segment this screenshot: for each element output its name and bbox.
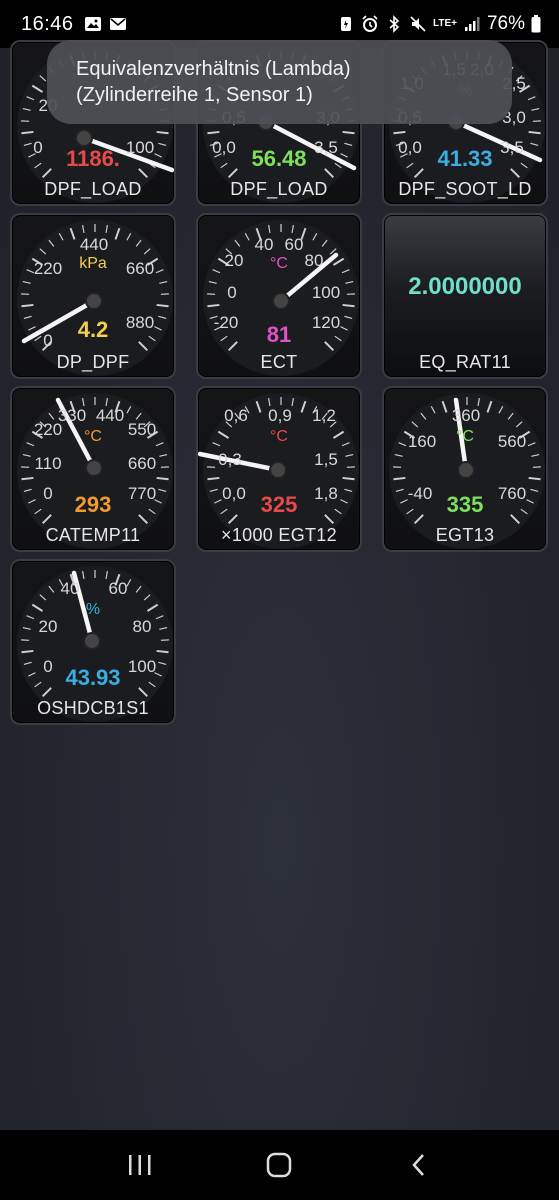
gauge-tick-label: 360 xyxy=(451,406,481,425)
needle-hub xyxy=(85,459,103,477)
gauge-unit: °C xyxy=(84,428,102,445)
home-button[interactable] xyxy=(259,1145,299,1185)
dial-tick-mark xyxy=(342,303,355,308)
dial-tick-mark xyxy=(21,130,34,135)
gauge-unit: °C xyxy=(270,255,288,272)
battery-icon xyxy=(531,15,541,33)
dial-tick-mark xyxy=(21,649,34,654)
gauge-value: 335 xyxy=(446,492,484,517)
gauge--1000-egt12[interactable]: 0,0 0,3 0,6 0,9 1,2 1,5 1,8 °C 325 ×1000 EGT12 xyxy=(196,386,362,552)
gauge-catemp11[interactable]: 0 110 220 330 440 550 660 770 °C 293 CATEMP11 xyxy=(10,386,176,552)
gauge-eq-rat11[interactable]: 2.0000000 EQ_RAT11 xyxy=(382,213,548,379)
needle-hub xyxy=(272,292,290,310)
gauge-tick-label: 60 xyxy=(108,579,128,598)
dial-tick-mark xyxy=(21,303,34,308)
recent-apps-icon xyxy=(128,1155,151,1175)
recent-apps-button[interactable] xyxy=(120,1145,160,1185)
gallery-notification-icon xyxy=(84,17,101,31)
dial-tick-mark xyxy=(393,130,406,135)
dial-tick-mark xyxy=(342,130,355,135)
gauge-label: DPF_SOOT_LD xyxy=(398,179,532,199)
gauge-tick-label: 0,9 xyxy=(268,406,292,425)
gauge-tick-label: 660 xyxy=(127,454,157,473)
gauge-tick-label: 40 xyxy=(60,579,80,598)
gauge-unit: °C xyxy=(456,428,474,445)
home-icon xyxy=(267,1152,292,1178)
gauge-tick-label: 440 xyxy=(95,406,125,425)
navigation-bar xyxy=(0,1130,559,1200)
toast-message: Equivalenzverhältnis (Lambda) (Zylinderr… xyxy=(47,40,512,124)
dial-tick-mark xyxy=(21,476,34,481)
battery-percent: 76% xyxy=(486,13,525,34)
gauge-label: CATEMP11 xyxy=(45,525,141,545)
gauge-unit: kPa xyxy=(79,255,107,272)
dial-tick-mark xyxy=(156,130,169,135)
gauge-value: 4.2 xyxy=(77,317,109,342)
gauge-unit: % xyxy=(85,601,101,618)
alarm-icon xyxy=(362,15,378,32)
dial-tick-mark xyxy=(156,649,169,654)
network-type-label: LTE+ xyxy=(432,18,457,29)
gauge-tick-label: 0 xyxy=(227,283,237,302)
gauge-egt13[interactable]: -40 160 360 560 760 °C 335 EGT13 xyxy=(382,386,548,552)
signal-icon xyxy=(464,17,480,31)
dial-tick-mark xyxy=(207,130,220,135)
gauge-tick-label: 1,2 xyxy=(312,406,336,425)
gauge-label: EQ_RAT11 xyxy=(419,352,511,372)
gauge-tick-label: 60 xyxy=(284,235,304,254)
dial-tick-mark xyxy=(207,303,220,308)
gauge-tick-label: 0,3 xyxy=(218,450,242,469)
battery-saver-icon xyxy=(340,17,351,31)
status-time: 16:46 xyxy=(21,12,74,35)
gauge-value: 43.93 xyxy=(65,665,121,690)
dial-tick-mark xyxy=(156,303,169,308)
mute-icon xyxy=(410,16,426,32)
gauge-label: ECT xyxy=(260,352,298,372)
toast-line-2: (Zylinderreihe 1, Sensor 1) xyxy=(76,84,313,106)
dial-tick-mark xyxy=(342,476,355,481)
gauge-tick-label: 80 xyxy=(132,617,152,636)
gauge-tick-label: 20 xyxy=(38,617,58,636)
gauge-ect[interactable]: -20 0 20 40 60 80 100 120 °C 81 ECT xyxy=(196,213,362,379)
gauge-value: 81 xyxy=(266,322,292,347)
gauge-value: 56.48 xyxy=(251,146,307,171)
gauge-label: EGT13 xyxy=(435,525,495,545)
gauge-value: 1186. xyxy=(66,146,120,171)
gauge-value: 41.33 xyxy=(437,146,493,171)
dial-tick-mark xyxy=(207,476,220,481)
mail-notification-icon xyxy=(109,18,126,30)
needle-hub xyxy=(269,461,287,479)
gauge-tick-label: 440 xyxy=(79,235,109,254)
back-button[interactable] xyxy=(399,1145,439,1185)
dial-tick-mark xyxy=(156,476,169,481)
back-icon xyxy=(412,1154,425,1176)
gauge-oshdcb1s1[interactable]: 0 20 40 60 80 100% 43.93 OSHDCB1S1 xyxy=(10,559,176,725)
gauge-tick-label: 330 xyxy=(57,406,87,425)
bluetooth-icon xyxy=(389,15,400,33)
gauge-tick-label: 1,5 xyxy=(314,450,338,469)
gauge-label: OSHDCB1S1 xyxy=(37,698,149,718)
needle-hub xyxy=(75,129,93,147)
gauge-tick-label: 0,6 xyxy=(224,406,248,425)
gauge-label: DP_DPF xyxy=(56,352,130,372)
toast-line-1: Equivalenzverhältnis (Lambda) xyxy=(76,58,351,80)
needle-hub xyxy=(83,632,101,650)
dial-tick-mark xyxy=(393,476,406,481)
gauge-label: ×1000 EGT12 xyxy=(221,525,337,545)
gauge-dp-dpf[interactable]: 0 220 440 660 880 kPa 4.2 DP_DPF xyxy=(10,213,176,379)
gauge-label: DPF_LOAD xyxy=(230,179,328,199)
needle-hub xyxy=(457,461,475,479)
gauge-label: DPF_LOAD xyxy=(44,179,142,199)
needle-hub xyxy=(85,292,103,310)
gauge-tick-label: 110 xyxy=(34,454,62,473)
gauge-digital-value: 2.0000000 xyxy=(408,273,522,300)
dial-tick-mark xyxy=(528,476,541,481)
gauge-tick-label: 100 xyxy=(311,283,341,302)
gauge-unit: °C xyxy=(270,428,288,445)
gauge-value: 325 xyxy=(260,492,298,517)
gauge-tick-label: 40 xyxy=(254,235,274,254)
gauge-value: 293 xyxy=(74,492,112,517)
dial-tick-mark xyxy=(528,130,541,135)
